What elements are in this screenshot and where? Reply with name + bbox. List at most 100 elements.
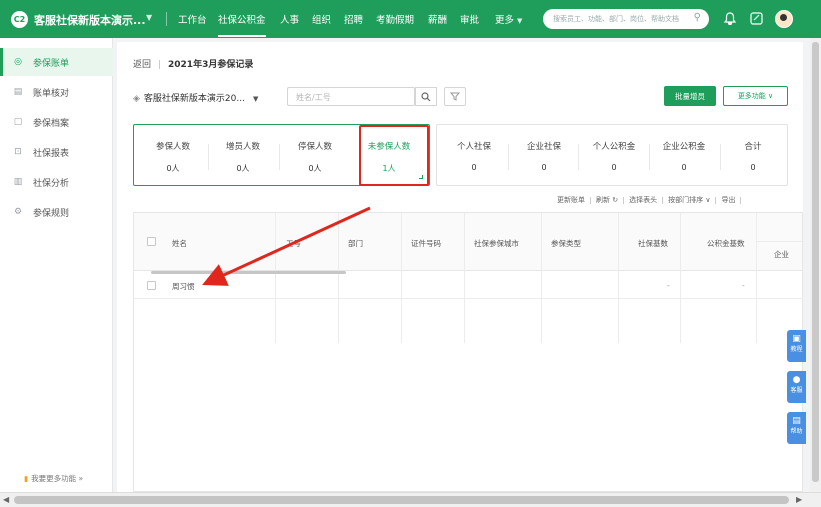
breadcrumb: 返回 2021年3月参保记录	[133, 57, 253, 70]
stat-label: 停保人数	[297, 142, 332, 152]
column-header-insurance-type[interactable]: 参保类型	[551, 238, 581, 249]
batch-add-button[interactable]: 批量增员	[664, 86, 716, 106]
breadcrumb-divider	[159, 60, 161, 69]
update-bill-link[interactable]: 更新账单	[557, 196, 585, 204]
caret-down-icon: ▼	[252, 95, 259, 103]
scroll-right-icon[interactable]: ▶	[796, 495, 802, 504]
stat-added[interactable]: 增员人数 0人	[222, 140, 264, 174]
stat-company-fund: 企业公积金 0	[657, 140, 711, 172]
nav-social-security[interactable]: 社保公积金	[218, 12, 266, 37]
row-name[interactable]: 周习惯	[172, 281, 195, 292]
sort-by-department-link[interactable]: 按部门排序 ∨	[668, 196, 710, 204]
row-fund-base: -	[742, 281, 745, 290]
global-search-placeholder: 搜索员工、功能、部门、岗位、帮助文档	[553, 15, 679, 23]
export-link[interactable]: 导出	[721, 196, 735, 204]
report-icon: ⊡	[14, 147, 22, 157]
table-toolbar: 更新账单 刷新 ↻ 选择表头 按部门排序 ∨ 导出	[557, 195, 746, 205]
select-all-checkbox[interactable]	[147, 237, 156, 246]
stat-label: 企业公积金	[662, 142, 706, 152]
stat-label: 个人公积金	[592, 142, 636, 152]
sidebar-item-bill-check[interactable]: ▤ 账单核对	[0, 78, 113, 106]
filter-button[interactable]	[444, 87, 466, 106]
stat-insured[interactable]: 参保人数 0人	[152, 140, 194, 174]
column-header-social-base[interactable]: 社保基数	[638, 238, 668, 249]
sidebar-item-analysis[interactable]: ▥ 社保分析	[0, 168, 113, 196]
horizontal-scrollbar[interactable]: ◀ ▶	[0, 492, 821, 507]
refresh-link[interactable]: 刷新 ↻	[596, 196, 618, 204]
table-horizontal-scrollbar[interactable]	[151, 271, 346, 274]
back-link[interactable]: 返回	[133, 60, 151, 70]
tutorial-tab[interactable]: ▣ 教程	[787, 330, 806, 362]
nav-recruitment[interactable]: 招聘	[344, 12, 363, 26]
more-features-link[interactable]: ▮ 我要更多功能 »	[24, 473, 83, 484]
choose-columns-link[interactable]: 选择表头	[629, 196, 657, 204]
sidebar-item-label: 参保规则	[33, 208, 70, 219]
column-header-name[interactable]: 姓名	[172, 238, 187, 249]
chevron-down-icon[interactable]: ▼	[146, 13, 152, 22]
nav-workbench[interactable]: 工作台	[178, 12, 207, 26]
nav-attendance[interactable]: 考勤假期	[376, 12, 414, 26]
tutorial-label: 教程	[790, 346, 803, 353]
company-select[interactable]: ◈ 客服社保新版本演示20... ▼	[133, 91, 258, 104]
stat-label: 参保人数	[155, 142, 190, 152]
column-header-company[interactable]: 企业	[774, 249, 789, 260]
horizontal-scroll-thumb[interactable]	[14, 496, 789, 504]
file-icon: ▢	[13, 117, 23, 127]
column-header-employee-id[interactable]: 工号	[286, 238, 301, 249]
nav-more[interactable]: 更多 ▼	[495, 12, 522, 26]
nav-approval[interactable]: 审批	[460, 12, 479, 26]
sidebar-item-rules[interactable]: ⚙ 参保规则	[0, 198, 113, 226]
table-header: 姓名 工号 部门 证件号码 社保参保城市 参保类型 社保基数 公积金基数 企业	[134, 213, 802, 271]
nav-organization[interactable]: 组织	[312, 12, 331, 26]
stat-divider	[649, 144, 650, 170]
more-functions-button[interactable]: 更多功能 ∨	[723, 86, 788, 106]
sidebar-item-label: 参保账单	[33, 58, 70, 69]
more-features-label: 我要更多功能	[31, 474, 77, 483]
column-header-id-number[interactable]: 证件号码	[411, 238, 441, 249]
amount-stats-card: 个人社保 0 企业社保 0 个人公积金 0 企业公积金 0 合计 0	[436, 124, 788, 186]
company-select-value: 客服社保新版本演示20...	[143, 94, 245, 104]
nav-payroll[interactable]: 薪酬	[428, 12, 447, 26]
search-icon[interactable]: ⚲	[694, 12, 701, 23]
chevron-down-icon: ∨	[705, 196, 711, 204]
edit-square-icon[interactable]	[748, 10, 764, 26]
table-row[interactable]: 周习惯 - -	[134, 271, 802, 299]
stat-value: 0	[471, 163, 477, 172]
stat-label: 增员人数	[225, 142, 260, 152]
help-tab[interactable]: ▤ 帮助	[787, 412, 806, 444]
row-social-base: -	[667, 281, 670, 290]
sidebar-item-reports[interactable]: ⊡ 社保报表	[0, 138, 113, 166]
toolbar-divider	[662, 196, 664, 204]
search-button[interactable]	[415, 87, 437, 106]
company-switcher[interactable]: 客服社保新版本演示...	[34, 12, 146, 28]
main-panel: 返回 2021年3月参保记录 ◈ 客服社保新版本演示20... ▼ 姓名/工号 批量增…	[117, 42, 803, 492]
row-checkbox[interactable]	[147, 281, 156, 290]
nav-more-label: 更多	[495, 15, 515, 26]
column-header-fund-base[interactable]: 公积金基数	[707, 238, 745, 249]
stat-divider	[578, 144, 579, 170]
vertical-scroll-thumb[interactable]	[812, 42, 819, 482]
customer-service-label: 客服	[790, 387, 803, 394]
column-header-department[interactable]: 部门	[348, 238, 363, 249]
stat-divider	[508, 144, 509, 170]
header-group-line	[756, 241, 802, 242]
global-search-input[interactable]: 搜索员工、功能、部门、岗位、帮助文档 ⚲	[543, 9, 709, 29]
name-search-input[interactable]: 姓名/工号	[287, 87, 415, 106]
ledger-icon: ▤	[13, 87, 23, 97]
stat-label: 个人社保	[456, 142, 491, 152]
sidebar-item-billing[interactable]: ◎ 参保账单	[0, 48, 113, 76]
stat-company-social: 企业社保 0	[521, 140, 567, 172]
stat-suspended[interactable]: 停保人数 0人	[294, 140, 336, 174]
chat-icon: ●	[792, 375, 801, 385]
column-header-city[interactable]: 社保参保城市	[474, 238, 519, 249]
toolbar-divider	[740, 196, 742, 204]
nav-personnel[interactable]: 人事	[280, 12, 299, 26]
avatar[interactable]	[775, 10, 793, 28]
company-logo: C2	[11, 11, 28, 28]
sidebar-item-archives[interactable]: ▢ 参保档案	[0, 108, 113, 136]
scroll-left-icon[interactable]: ◀	[3, 495, 9, 504]
vertical-scrollbar[interactable]	[810, 38, 821, 492]
bell-icon[interactable]	[722, 10, 738, 26]
customer-service-tab[interactable]: ● 客服	[787, 371, 806, 403]
chevron-down-icon: ▼	[517, 17, 523, 25]
